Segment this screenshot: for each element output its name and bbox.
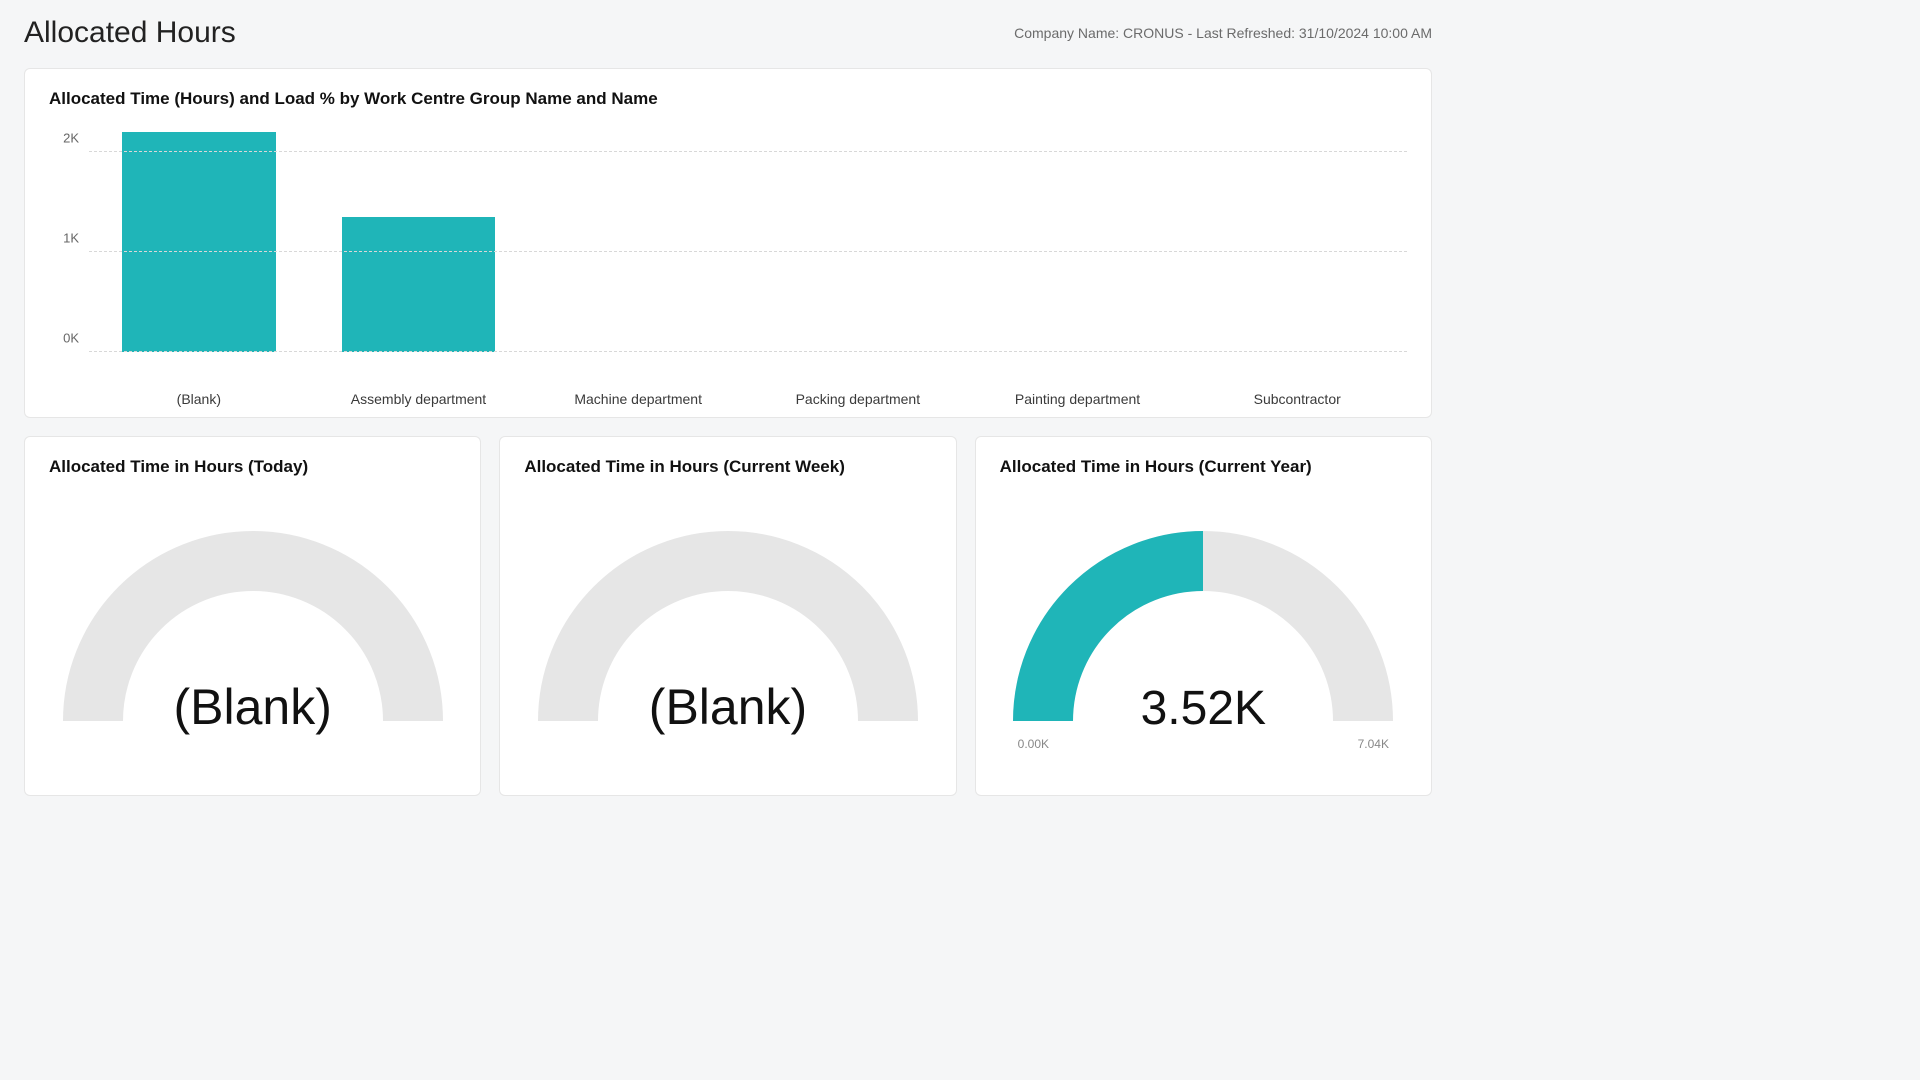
gauge-today: (Blank) [49, 491, 456, 771]
gauge-year: 3.52K 0.00K 7.04K [1000, 491, 1407, 771]
bar-slot [528, 123, 748, 352]
page-header: Allocated Hours Company Name: CRONUS - L… [24, 16, 1432, 50]
bar[interactable] [342, 217, 496, 352]
bar[interactable] [122, 132, 276, 352]
y-tick: 2K [63, 131, 79, 146]
bar-chart-bars [89, 123, 1407, 352]
gauge-title-today: Allocated Time in Hours (Today) [49, 457, 456, 477]
x-label: Painting department [968, 391, 1188, 407]
gauge-title-year: Allocated Time in Hours (Current Year) [1000, 457, 1407, 477]
bar-chart-title: Allocated Time (Hours) and Load % by Wor… [49, 89, 1407, 109]
grid-line [89, 251, 1407, 252]
bar-chart-card[interactable]: Allocated Time (Hours) and Load % by Wor… [24, 68, 1432, 418]
x-label: Assembly department [309, 391, 529, 407]
grid-line [89, 151, 1407, 152]
bar-slot [1187, 123, 1407, 352]
gauge-value-year: 3.52K [1000, 681, 1407, 736]
bar-chart-area [89, 123, 1407, 353]
bar-chart-xaxis: (Blank)Assembly departmentMachine depart… [89, 391, 1407, 407]
gauge-value-today: (Blank) [49, 678, 456, 736]
bar-chart-yaxis: 0K 1K 2K [49, 123, 89, 353]
y-tick: 0K [63, 331, 79, 346]
gauge-card-week[interactable]: Allocated Time in Hours (Current Week) (… [499, 436, 956, 796]
gauge-max-year: 7.04K [1358, 737, 1389, 751]
gauge-card-today[interactable]: Allocated Time in Hours (Today) (Blank) [24, 436, 481, 796]
refresh-info: Company Name: CRONUS - Last Refreshed: 3… [1014, 25, 1432, 41]
gauge-value-week: (Blank) [524, 678, 931, 736]
y-tick: 1K [63, 231, 79, 246]
x-label: Packing department [748, 391, 968, 407]
x-label: Subcontractor [1187, 391, 1407, 407]
gauge-min-year: 0.00K [1018, 737, 1049, 751]
gauge-card-year[interactable]: Allocated Time in Hours (Current Year) 3… [975, 436, 1432, 796]
bar-slot [89, 123, 309, 352]
gauge-title-week: Allocated Time in Hours (Current Week) [524, 457, 931, 477]
x-label: (Blank) [89, 391, 309, 407]
grid-line [89, 351, 1407, 352]
bar-slot [968, 123, 1188, 352]
page-title: Allocated Hours [24, 16, 236, 50]
gauge-week: (Blank) [524, 491, 931, 771]
bar-chart-plot: 0K 1K 2K [49, 123, 1407, 383]
dashboard-page: Allocated Hours Company Name: CRONUS - L… [0, 0, 1456, 812]
x-label: Machine department [528, 391, 748, 407]
gauge-row: Allocated Time in Hours (Today) (Blank) … [24, 436, 1432, 796]
bar-slot [309, 123, 529, 352]
bar-slot [748, 123, 968, 352]
